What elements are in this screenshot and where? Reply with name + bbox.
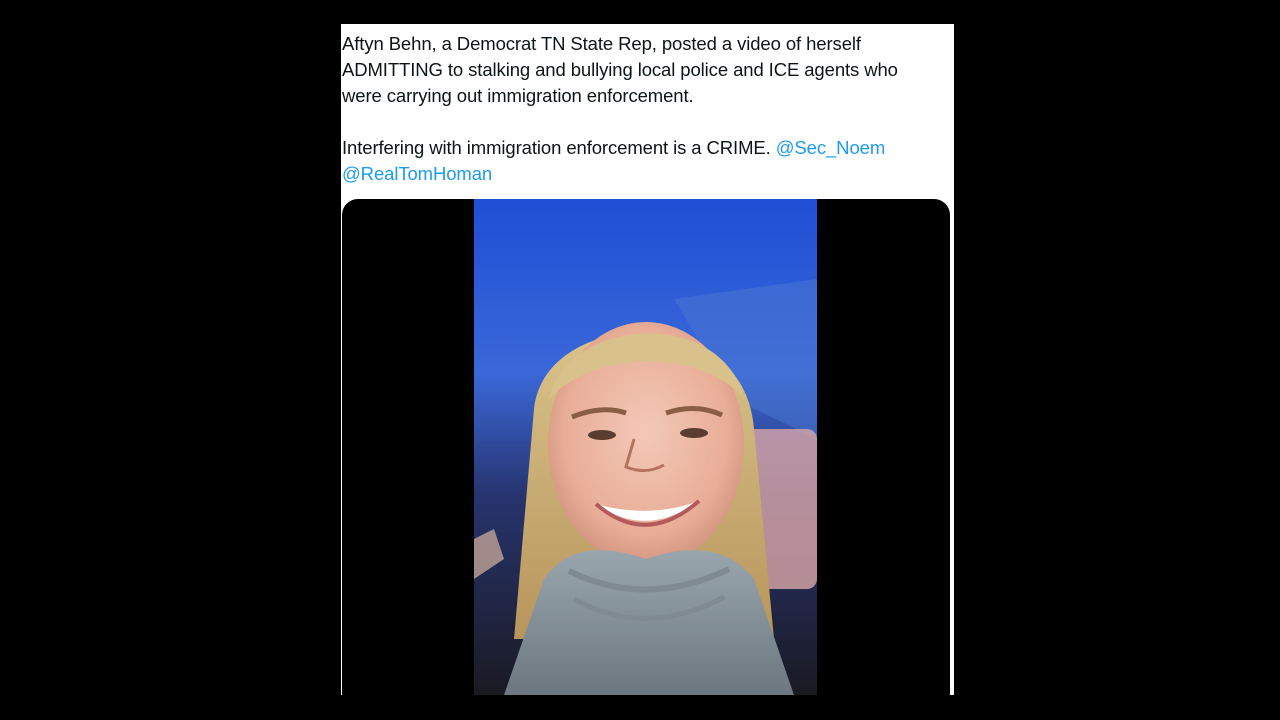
mention-realtomhoman-link[interactable]: @RealTomHoman — [342, 163, 492, 184]
tweet-paragraph-2: Interfering with immigration enforcement… — [342, 135, 942, 187]
tweet-card: Aftyn Behn, a Democrat TN State Rep, pos… — [341, 24, 954, 695]
tweet-paragraph-1: Aftyn Behn, a Democrat TN State Rep, pos… — [342, 33, 898, 106]
video-thumbnail — [474, 199, 817, 695]
tweet-text: Aftyn Behn, a Democrat TN State Rep, pos… — [342, 31, 942, 187]
video-frame[interactable] — [474, 199, 817, 695]
video-player[interactable] — [342, 199, 950, 695]
mention-sec-noem-link[interactable]: @Sec_Noem — [776, 137, 886, 158]
tweet-paragraph-2-text: Interfering with immigration enforcement… — [342, 137, 771, 158]
